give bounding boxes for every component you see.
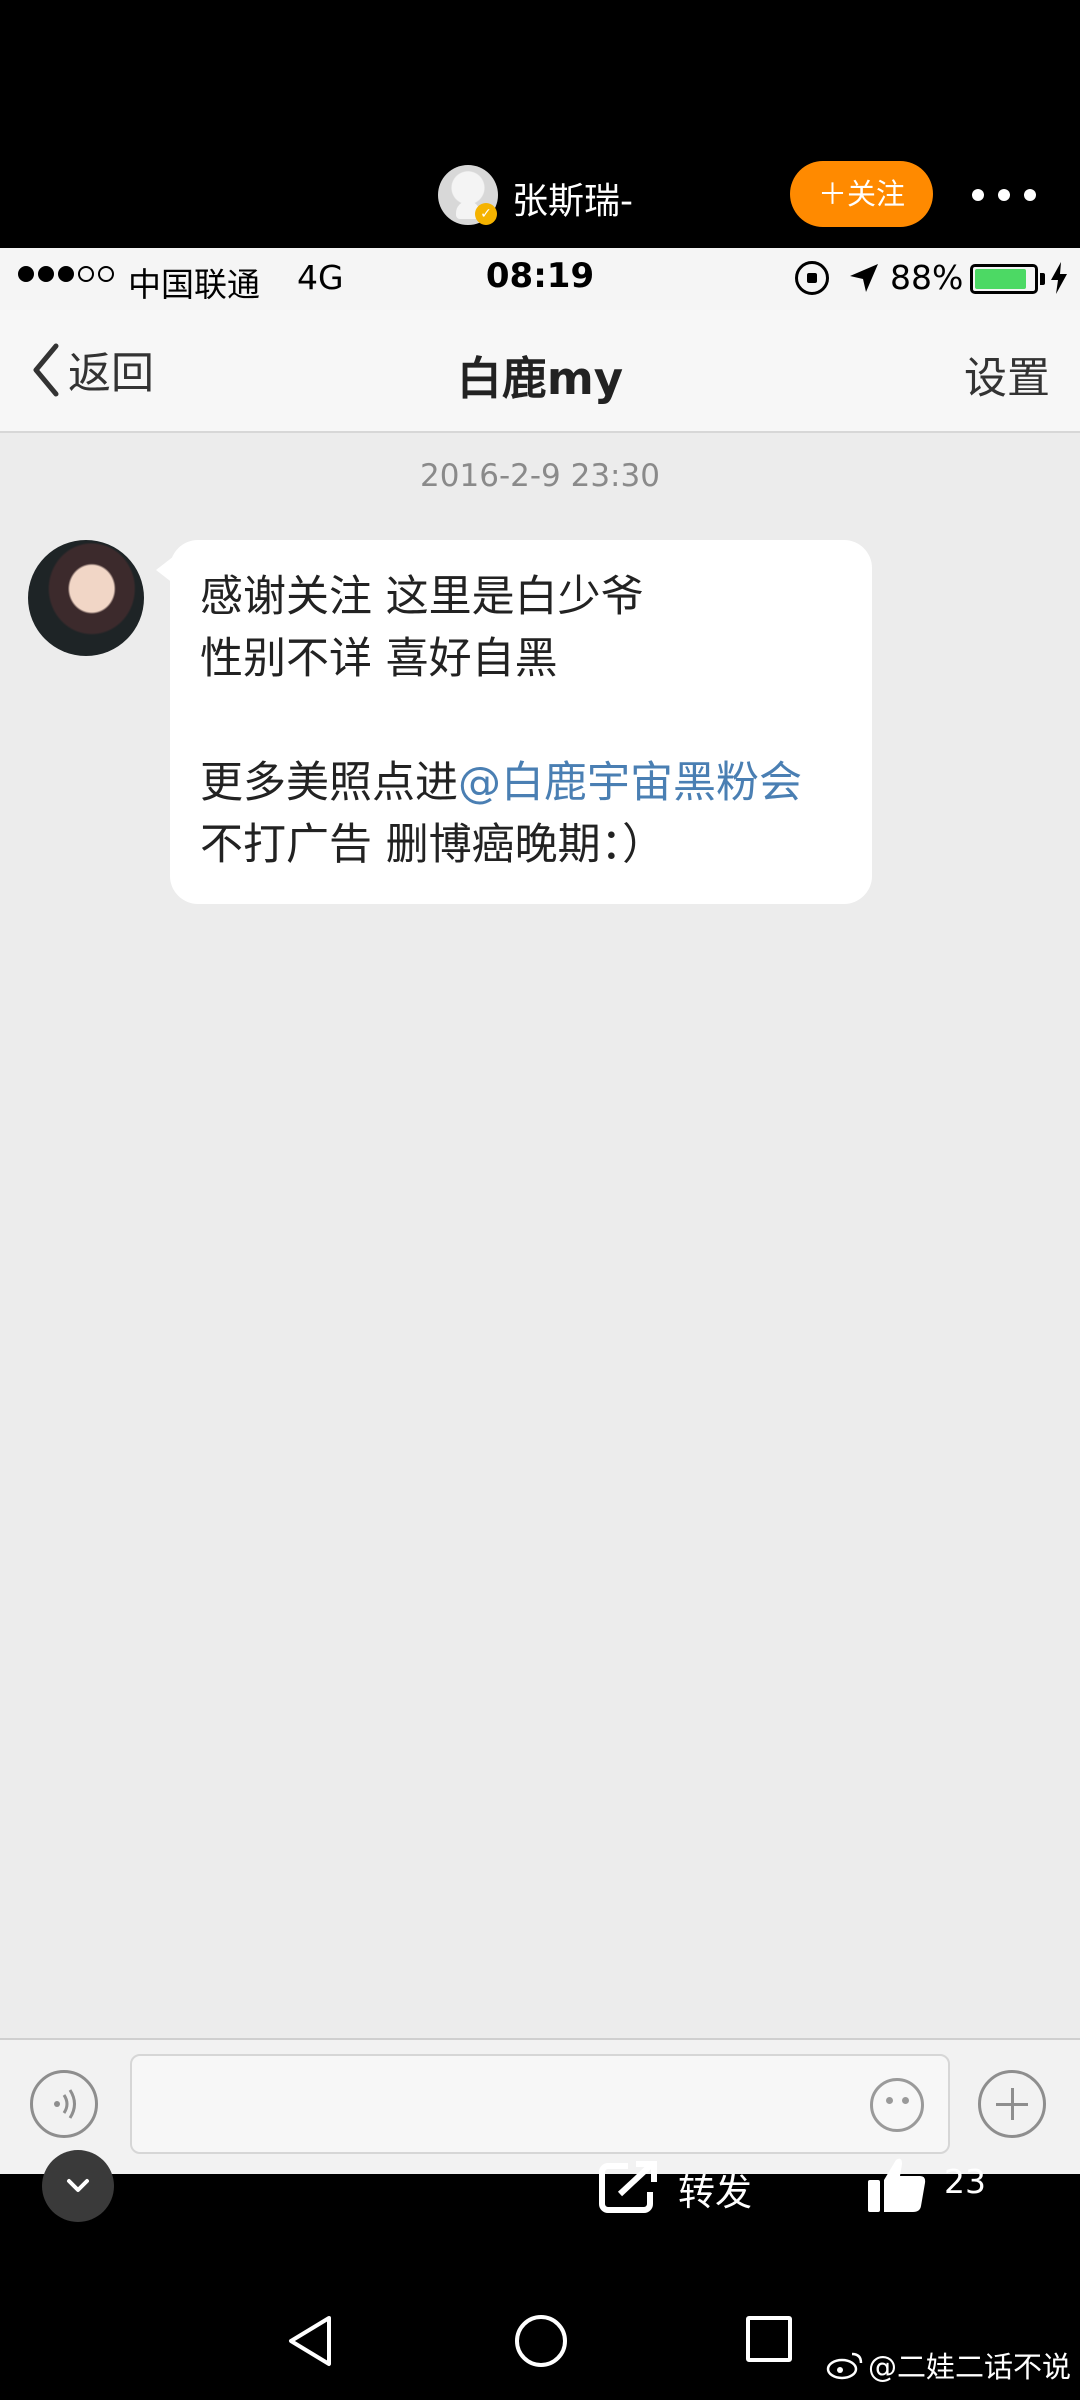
battery-percent: 88% xyxy=(890,258,964,297)
status-bar: 中国联通 4G 08:19 88% xyxy=(0,248,1080,310)
repost-label[interactable]: 转发 xyxy=(678,2162,752,2216)
location-icon xyxy=(850,264,878,292)
chat-title: 白鹿my xyxy=(456,352,624,405)
like-icon[interactable] xyxy=(866,2154,928,2216)
verified-icon: ✓ xyxy=(475,203,497,225)
chevron-down-icon xyxy=(67,2179,89,2192)
sender-avatar[interactable] xyxy=(28,540,144,656)
android-nav-bar: @二娃二话不说 xyxy=(0,2282,1080,2400)
weibo-post-header: ✓ 张斯瑞- ＋关注 xyxy=(0,0,1080,248)
nav-recents-icon[interactable] xyxy=(746,2316,792,2362)
mention-link[interactable]: @白鹿宇宙黑粉会 xyxy=(458,758,802,808)
message-input[interactable] xyxy=(130,2054,950,2154)
message-line: 感谢关注 这里是白少爷 xyxy=(200,572,644,622)
collapse-button[interactable] xyxy=(42,2150,114,2222)
watermark: @二娃二话不说 xyxy=(826,2344,1071,2386)
follow-button[interactable]: ＋关注 xyxy=(790,161,933,227)
message-text: 更多美照点进 xyxy=(200,758,458,808)
author-name[interactable]: 张斯瑞- xyxy=(512,172,633,224)
plus-icon[interactable] xyxy=(978,2070,1046,2138)
emoji-icon[interactable] xyxy=(870,2078,924,2132)
settings-button[interactable]: 设置 xyxy=(964,344,1050,406)
nav-back-icon[interactable] xyxy=(285,2314,337,2368)
battery-icon xyxy=(970,264,1038,294)
chat-screenshot: 中国联通 4G 08:19 88% 返回 白鹿my 设置 2016-2-9 23… xyxy=(0,248,1080,2174)
chat-nav-bar: 返回 白鹿my 设置 xyxy=(0,310,1080,433)
message-line: 性别不详 喜好自黑 xyxy=(200,634,558,684)
weibo-logo-icon xyxy=(826,2352,863,2380)
more-icon[interactable] xyxy=(972,180,1042,210)
post-action-bar: 转发 23 xyxy=(0,2140,1080,2280)
nav-home-icon[interactable] xyxy=(515,2315,567,2367)
like-count: 23 xyxy=(944,2162,986,2201)
watermark-text: @二娃二话不说 xyxy=(868,2350,1072,2384)
message-line: 更多美照点进@白鹿宇宙黑粉会 xyxy=(200,752,842,814)
voice-icon[interactable] xyxy=(30,2070,98,2138)
message-line: 不打广告 删博癌晚期：） xyxy=(200,820,666,870)
lock-rotation-icon xyxy=(795,261,829,295)
message-bubble: 感谢关注 这里是白少爷 性别不详 喜好自黑 更多美照点进@白鹿宇宙黑粉会 不打广… xyxy=(170,540,872,904)
message-timestamp: 2016-2-9 23:30 xyxy=(420,458,660,494)
repost-icon[interactable] xyxy=(598,2158,662,2214)
charging-icon xyxy=(1051,262,1067,294)
